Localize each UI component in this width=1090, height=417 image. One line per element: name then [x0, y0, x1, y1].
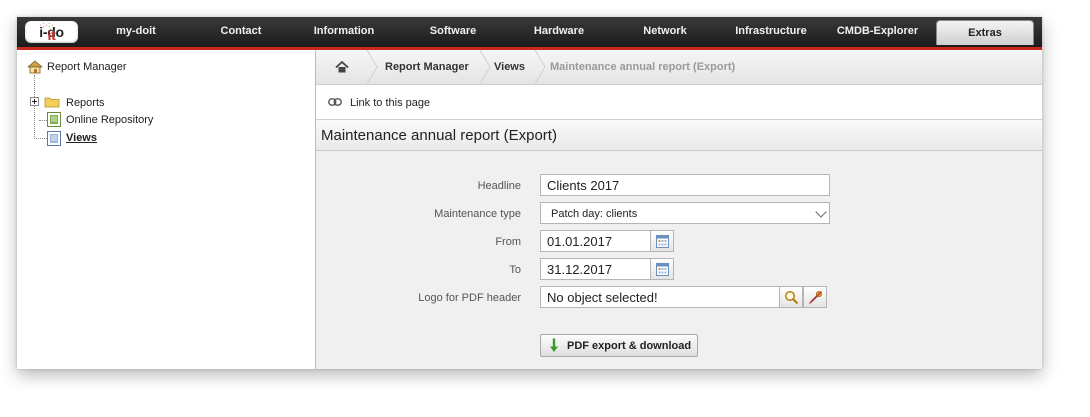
search-icon: [784, 290, 799, 305]
report-tree: Report Manager Reports Online Repository…: [17, 50, 316, 369]
calendar-icon: [656, 263, 669, 276]
page-title-bar: Maintenance annual report (Export): [316, 120, 1042, 151]
tree-item-online-repository[interactable]: Online Repository: [66, 114, 153, 126]
idoit-logo[interactable]: ·:·:· i-do it: [25, 21, 78, 43]
link-bar: Link to this page: [316, 85, 1042, 120]
breadcrumb-views[interactable]: Views: [494, 61, 525, 73]
breadcrumb-report-manager[interactable]: Report Manager: [385, 61, 469, 73]
repository-icon: [47, 112, 61, 127]
breadcrumb-separator: [366, 50, 378, 84]
headline-label: Headline: [477, 180, 521, 192]
app-window: ·:·:· i-do it my-doit Contact Information…: [17, 17, 1042, 369]
pdf-export-download-button[interactable]: PDF export & download: [540, 334, 698, 357]
logo-label: Logo for PDF header: [418, 292, 521, 304]
to-label: To: [509, 264, 521, 276]
to-calendar-button[interactable]: [650, 258, 674, 280]
chevron-down-icon: [815, 206, 827, 218]
from-calendar-button[interactable]: [650, 230, 674, 252]
nav-contact[interactable]: Contact: [207, 25, 275, 37]
link-to-this-page[interactable]: Link to this page: [350, 97, 430, 109]
nav-my-doit[interactable]: my-doit: [106, 25, 166, 37]
from-label: From: [495, 236, 521, 248]
folder-icon: [44, 97, 60, 108]
arrow-down-icon: [550, 338, 558, 352]
logo-search-button[interactable]: [779, 286, 803, 308]
to-date-input[interactable]: 31.12.2017: [540, 258, 651, 280]
views-icon: [47, 131, 61, 146]
maintenance-type-select[interactable]: Patch day: clients: [540, 202, 830, 224]
nav-cmdb-explorer[interactable]: CMDB-Explorer: [830, 25, 925, 37]
nav-hardware[interactable]: Hardware: [522, 25, 596, 37]
tree-connector: [34, 75, 35, 139]
report-manager-icon: [27, 60, 43, 74]
link-icon: [328, 98, 342, 106]
top-navigation: ·:·:· i-do it my-doit Contact Information…: [17, 17, 1042, 52]
headline-input[interactable]: Clients 2017: [540, 174, 830, 196]
logo-object-input[interactable]: No object selected!: [540, 286, 780, 308]
logo-text: i-do it: [39, 24, 64, 43]
breadcrumb: Report Manager Views Maintenance annual …: [316, 50, 1042, 85]
nav-network[interactable]: Network: [629, 25, 701, 37]
detach-icon: [809, 291, 822, 304]
main-content: Report Manager Views Maintenance annual …: [316, 50, 1042, 369]
home-icon[interactable]: [335, 61, 349, 73]
breadcrumb-current: Maintenance annual report (Export): [550, 61, 736, 73]
from-date-input[interactable]: 01.01.2017: [540, 230, 651, 252]
nav-information[interactable]: Information: [305, 25, 383, 37]
breadcrumb-separator: [534, 50, 546, 84]
maintenance-type-value: Patch day: clients: [551, 208, 638, 220]
tree-connector: [34, 138, 47, 139]
pdf-export-label: PDF export & download: [567, 340, 692, 352]
maintenance-type-label: Maintenance type: [434, 208, 521, 220]
tree-item-reports[interactable]: Reports: [66, 97, 105, 109]
nav-extras[interactable]: Extras: [936, 20, 1034, 45]
tree-connector: [39, 120, 47, 121]
tree-root-report-manager[interactable]: Report Manager: [47, 61, 127, 73]
nav-infrastructure[interactable]: Infrastructure: [721, 25, 821, 37]
tree-item-views[interactable]: Views: [66, 132, 97, 144]
logo-detach-button[interactable]: [803, 286, 827, 308]
breadcrumb-separator: [479, 50, 491, 84]
page-title: Maintenance annual report (Export): [321, 127, 557, 144]
calendar-icon: [656, 235, 669, 248]
nav-software[interactable]: Software: [415, 25, 491, 37]
expand-plus-icon[interactable]: [30, 97, 39, 106]
